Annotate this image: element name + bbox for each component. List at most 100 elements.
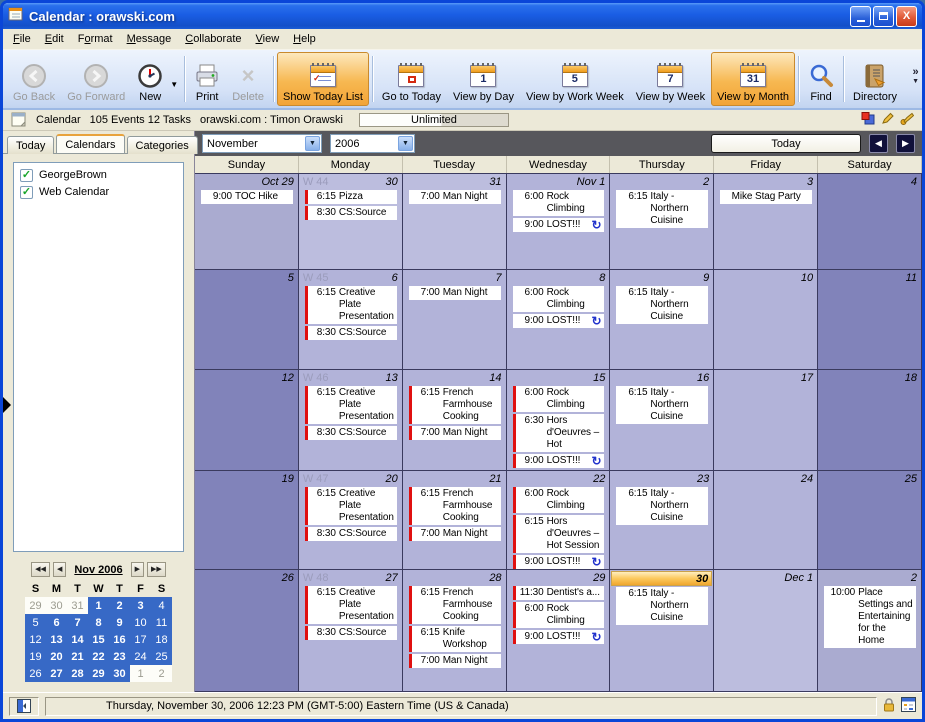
close-button[interactable]: X <box>896 6 917 27</box>
mini-calendar-day[interactable]: 2 <box>151 665 172 682</box>
prev-month-button[interactable]: ◀ <box>53 562 66 577</box>
event[interactable]: 8:30CS:Source <box>305 527 397 541</box>
day-cell-11[interactable]: 11 <box>818 270 922 370</box>
chevron-down-icon[interactable]: ▼ <box>305 136 320 151</box>
mini-calendar-day[interactable]: 4 <box>151 597 172 614</box>
view-by-week-button[interactable]: 7 View by Week <box>630 52 711 106</box>
mini-calendar-day[interactable]: 29 <box>88 665 109 682</box>
day-cell-5[interactable]: 5 <box>195 270 299 370</box>
event[interactable]: 7:00Man Night <box>409 190 501 204</box>
event[interactable]: 6:00Rock Climbing <box>513 487 605 513</box>
menu-collaborate[interactable]: Collaborate <box>178 30 248 48</box>
mini-calendar-day[interactable]: 18 <box>151 631 172 648</box>
prev-year-button[interactable]: ◀◀ <box>31 562 50 577</box>
mini-calendar-day[interactable]: 16 <box>109 631 130 648</box>
event[interactable]: 9:00LOST!!!↻ <box>513 555 605 569</box>
day-cell-24[interactable]: 24 <box>714 471 818 570</box>
event[interactable]: 6:00Rock Climbing <box>513 602 605 628</box>
event[interactable]: 9:00LOST!!!↻ <box>513 454 605 468</box>
day-cell-12[interactable]: 12 <box>195 370 299 470</box>
mini-calendar-day[interactable]: 30 <box>109 665 130 682</box>
event[interactable]: 7:00Man Night <box>409 286 501 300</box>
day-cell-15[interactable]: 156:00Rock Climbing6:30Hors d'Oeuvres – … <box>507 370 611 470</box>
day-cell-13[interactable]: W 46136:15Creative Plate Presentation8:3… <box>299 370 403 470</box>
signature-pen-icon[interactable] <box>900 112 914 128</box>
checkbox-checked-icon[interactable]: ✓ <box>20 186 33 199</box>
event[interactable]: 6:15Knife Workshop <box>409 626 501 652</box>
event[interactable]: 6:15Italy - Northern Cuisine <box>616 286 708 324</box>
mini-calendar-day[interactable]: 30 <box>46 597 67 614</box>
mini-calendar-day[interactable]: 11 <box>151 614 172 631</box>
directory-button[interactable]: Directory <box>847 52 903 106</box>
calendar-grid-icon[interactable] <box>901 697 916 715</box>
mini-calendar-day[interactable]: 25 <box>151 648 172 665</box>
event[interactable]: 8:30CS:Source <box>305 426 397 440</box>
day-cell-14[interactable]: 146:15French Farmhouse Cooking7:00Man Ni… <box>403 370 507 470</box>
event[interactable]: 6:15Italy - Northern Cuisine <box>616 487 708 525</box>
event[interactable]: 6:00Rock Climbing <box>513 190 605 216</box>
event[interactable]: 7:00Man Night <box>409 426 501 440</box>
day-cell-2[interactable]: 26:15Italy - Northern Cuisine <box>610 174 714 269</box>
day-cell-3[interactable]: 3Mike Stag Party <box>714 174 818 269</box>
mini-calendar-day[interactable]: 14 <box>67 631 88 648</box>
event[interactable]: 6:15Italy - Northern Cuisine <box>616 190 708 228</box>
day-cell-31[interactable]: 317:00Man Night <box>403 174 507 269</box>
day-cell-dec-1[interactable]: Dec 1 <box>714 570 818 691</box>
event[interactable]: 9:00LOST!!!↻ <box>513 630 605 644</box>
menu-view[interactable]: View <box>249 30 287 48</box>
mini-calendar-day[interactable]: 6 <box>46 614 67 631</box>
event[interactable]: 6:15Hors d'Oeuvres – Hot Session <box>513 515 605 553</box>
year-select[interactable]: 2006 ▼ <box>330 134 415 153</box>
day-cell-25[interactable]: 25 <box>818 471 922 570</box>
mini-calendar-day[interactable]: 27 <box>46 665 67 682</box>
mini-calendar-day[interactable]: 3 <box>130 597 151 614</box>
day-cell-6[interactable]: W 4566:15Creative Plate Presentation8:30… <box>299 270 403 370</box>
day-cell-27[interactable]: W 48276:15Creative Plate Presentation8:3… <box>299 570 403 691</box>
event[interactable]: 8:30CS:Source <box>305 206 397 220</box>
print-button[interactable]: Print <box>188 52 226 106</box>
menu-edit[interactable]: Edit <box>38 30 71 48</box>
event[interactable]: 9:00LOST!!!↻ <box>513 218 605 232</box>
mini-calendar-day[interactable]: 1 <box>130 665 151 682</box>
restore-button[interactable] <box>873 6 894 27</box>
day-cell-4[interactable]: 4 <box>818 174 922 269</box>
view-by-month-button[interactable]: 31 View by Month <box>711 52 795 106</box>
mini-calendar-day[interactable]: 10 <box>130 614 151 631</box>
event[interactable]: 7:00Man Night <box>409 654 501 668</box>
layers-icon[interactable] <box>861 112 875 128</box>
panel-toggle-button[interactable] <box>9 697 39 716</box>
day-cell-30[interactable]: W 44306:15Pizza8:30CS:Source <box>299 174 403 269</box>
mini-calendar-day[interactable]: 31 <box>67 597 88 614</box>
event[interactable]: 6:30Hors d'Oeuvres – Hot <box>513 414 605 452</box>
menu-format[interactable]: Format <box>71 30 120 48</box>
day-cell-oct-29[interactable]: Oct 299:00TOC Hike <box>195 174 299 269</box>
day-cell-28[interactable]: 286:15French Farmhouse Cooking6:15Knife … <box>403 570 507 691</box>
day-cell-29[interactable]: 2911:30Dentist's a...6:00Rock Climbing9:… <box>507 570 611 691</box>
event[interactable]: 6:15Italy - Northern Cuisine <box>616 587 708 625</box>
day-cell-nov-1[interactable]: Nov 16:00Rock Climbing9:00LOST!!!↻ <box>507 174 611 269</box>
minimize-button[interactable] <box>850 6 871 27</box>
mini-calendar-day[interactable]: 13 <box>46 631 67 648</box>
event[interactable]: 6:15French Farmhouse Cooking <box>409 386 501 424</box>
menu-help[interactable]: Help <box>286 30 323 48</box>
view-by-work-week-button[interactable]: 5 View by Work Week <box>520 52 630 106</box>
day-cell-9[interactable]: 96:15Italy - Northern Cuisine <box>610 270 714 370</box>
event[interactable]: 8:30CS:Source <box>305 626 397 640</box>
mini-calendar-day[interactable]: 23 <box>109 648 130 665</box>
new-dropdown-caret[interactable]: ▼ <box>170 80 178 89</box>
toolbar-overflow-chevron[interactable]: »▼ <box>912 68 919 86</box>
day-cell-7[interactable]: 77:00Man Night <box>403 270 507 370</box>
find-button[interactable]: Find <box>802 52 840 106</box>
next-year-button[interactable]: ▶▶ <box>147 562 166 577</box>
day-cell-2[interactable]: 210:00Place Settings and Entertaining fo… <box>818 570 922 691</box>
event[interactable]: 7:00Man Night <box>409 527 501 541</box>
event[interactable]: 11:30Dentist's a... <box>513 586 605 600</box>
pencil-icon[interactable] <box>881 112 894 128</box>
event[interactable]: 6:15Creative Plate Presentation <box>305 286 397 324</box>
day-cell-26[interactable]: 26 <box>195 570 299 691</box>
calendar-list-item[interactable]: ✓ Web Calendar <box>16 184 181 201</box>
mini-calendar-day[interactable]: 28 <box>67 665 88 682</box>
tab-calendars[interactable]: Calendars <box>56 134 124 153</box>
event[interactable]: 8:30CS:Source <box>305 326 397 340</box>
day-cell-17[interactable]: 17 <box>714 370 818 470</box>
